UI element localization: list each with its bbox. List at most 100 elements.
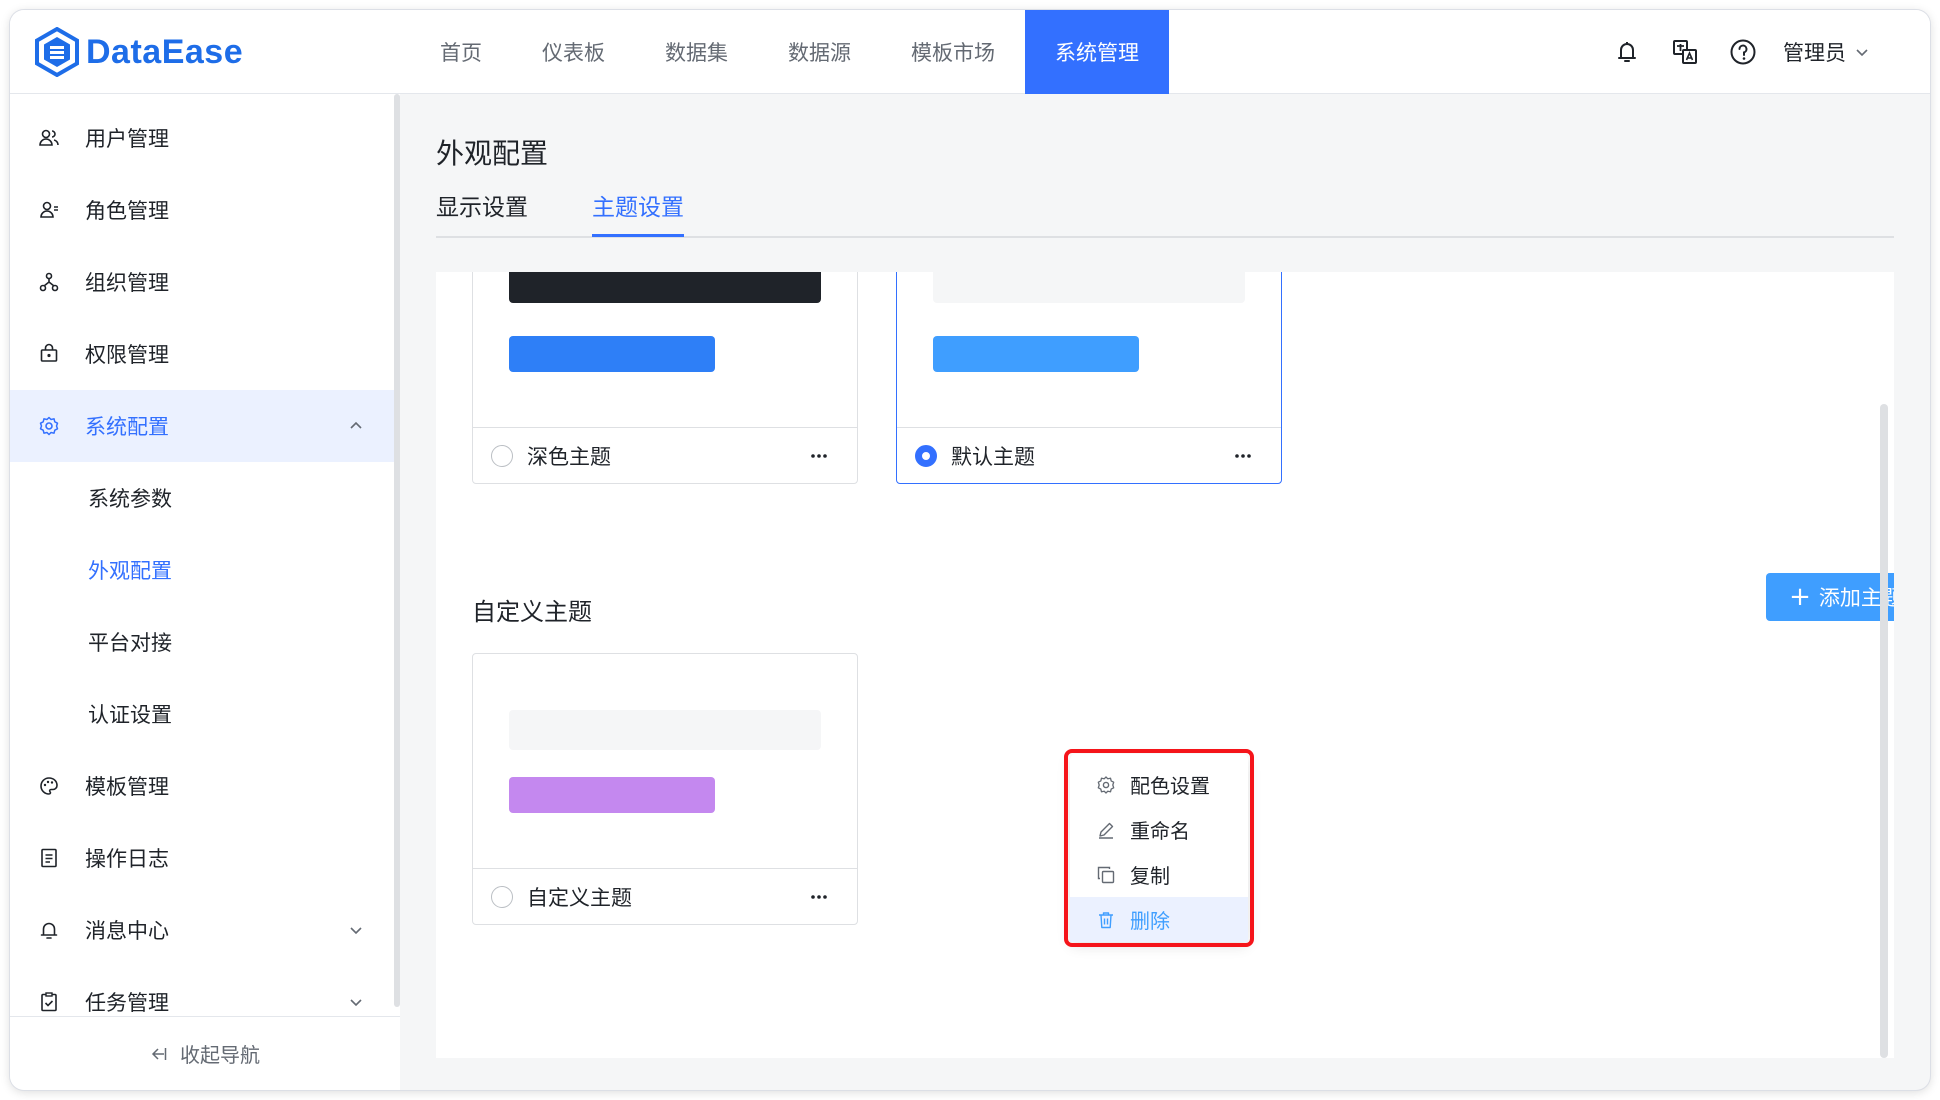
tab-theme-settings[interactable]: 主题设置 [592, 188, 684, 237]
user-menu[interactable]: 管理员 [1783, 37, 1870, 67]
panel-scrollbar[interactable] [1880, 404, 1888, 1058]
logo[interactable]: DataEase [34, 26, 243, 78]
help-icon[interactable] [1727, 36, 1759, 68]
menu-item-delete[interactable]: 删除 [1070, 897, 1248, 942]
menu-item-rename[interactable]: 重命名 [1070, 807, 1248, 852]
theme-preview-bar [933, 336, 1139, 372]
chevron-down-icon [350, 927, 362, 935]
sidebar: 用户管理 角色管理 组织管理 权限管理 系统配置 系统参数 外观配置 平台对接 [10, 94, 400, 1090]
menu-item-label: 复制 [1130, 864, 1170, 888]
sidebar-item-label: 消息中心 [85, 919, 169, 943]
tab-display-settings[interactable]: 显示设置 [436, 188, 528, 234]
theme-card-default[interactable]: 默认主题 [896, 272, 1282, 484]
header-actions: 管理员 [1585, 10, 1870, 94]
topnav-dashboard[interactable]: 仪表板 [512, 10, 635, 94]
more-icon[interactable] [807, 444, 831, 468]
sidebar-subitem-auth-settings[interactable]: 认证设置 [10, 678, 394, 750]
copy-icon [1097, 866, 1115, 883]
main-content: 外观配置 显示设置 主题设置 深色主题 默认主题 自定义主题 + 添加主 自定义… [400, 94, 1930, 1090]
chevron-down-icon [1856, 49, 1868, 57]
chevron-down-icon [350, 999, 362, 1007]
topnav-home[interactable]: 首页 [410, 10, 512, 94]
pen-icon [1099, 822, 1114, 839]
page-title: 外观配置 [436, 137, 549, 170]
sidebar-item-label: 任务管理 [85, 991, 169, 1015]
collapse-nav-button[interactable]: 收起导航 [10, 1016, 400, 1090]
logo-text: DataEase [86, 32, 244, 71]
sidebar-item-permission-management[interactable]: 权限管理 [10, 318, 394, 390]
user-icon [38, 127, 60, 149]
theme-preview-bar [509, 336, 715, 372]
collapse-nav-label: 收起导航 [180, 1043, 260, 1067]
theme-card-custom[interactable]: 自定义主题 [472, 653, 858, 925]
gear-icon [38, 415, 60, 437]
sidebar-item-label: 模板管理 [85, 775, 169, 799]
translate-icon[interactable] [1669, 36, 1701, 68]
theme-preview-top [933, 272, 1245, 303]
add-theme-button[interactable]: + 添加主题 [1766, 573, 1894, 621]
bell-icon [38, 919, 60, 941]
org-icon [38, 271, 60, 293]
sidebar-item-label: 外观配置 [88, 559, 172, 583]
top-nav: 首页 仪表板 数据集 数据源 模板市场 系统管理 [410, 10, 1169, 94]
user-name: 管理员 [1783, 41, 1846, 65]
menu-item-label: 删除 [1130, 909, 1170, 933]
theme-preview-top [509, 272, 821, 303]
top-header: DataEase 首页 仪表板 数据集 数据源 模板市场 系统管理 管理员 [10, 10, 1930, 94]
menu-item-label: 重命名 [1130, 819, 1190, 843]
gear-icon [1097, 775, 1115, 794]
sidebar-item-user-management[interactable]: 用户管理 [10, 102, 394, 174]
log-icon [38, 847, 60, 869]
sidebar-item-label: 角色管理 [85, 199, 169, 223]
sidebar-item-label: 权限管理 [85, 343, 169, 367]
theme-card-footer: 默认主题 [897, 427, 1281, 483]
app-window: DataEase 首页 仪表板 数据集 数据源 模板市场 系统管理 管理员 用户… [10, 10, 1930, 1090]
sidebar-item-org-management[interactable]: 组织管理 [10, 246, 394, 318]
topnav-dataset[interactable]: 数据集 [635, 10, 758, 94]
plus-icon: + [1789, 582, 1811, 612]
role-icon [38, 199, 60, 221]
task-icon [38, 991, 60, 1013]
theme-name: 默认主题 [951, 444, 1035, 469]
theme-context-menu: 配色设置 重命名 复制 删除 [1070, 754, 1248, 942]
menu-item-color-settings[interactable]: 配色设置 [1070, 762, 1248, 807]
sidebar-item-label: 平台对接 [88, 631, 172, 655]
sidebar-subitem-appearance[interactable]: 外观配置 [10, 534, 394, 606]
more-icon[interactable] [1231, 444, 1255, 468]
sidebar-item-label: 用户管理 [85, 127, 169, 151]
sidebar-item-label: 系统参数 [88, 487, 172, 511]
theme-name: 深色主题 [527, 444, 611, 469]
sidebar-item-role-management[interactable]: 角色管理 [10, 174, 394, 246]
topnav-template-market[interactable]: 模板市场 [881, 10, 1025, 94]
theme-card-dark[interactable]: 深色主题 [472, 272, 858, 484]
theme-card-footer: 自定义主题 [473, 868, 857, 924]
chevron-up-icon [350, 421, 362, 429]
theme-name: 自定义主题 [527, 885, 632, 910]
tabs: 显示设置 主题设置 [436, 188, 1894, 238]
menu-item-label: 配色设置 [1130, 774, 1210, 798]
lock-icon [38, 343, 60, 365]
theme-radio-custom[interactable] [491, 885, 513, 908]
dataease-logo-icon [35, 27, 79, 77]
trash-icon [1099, 911, 1113, 928]
sidebar-item-system-config[interactable]: 系统配置 [10, 390, 394, 462]
bell-icon[interactable] [1611, 36, 1643, 68]
sidebar-subitem-platform-integration[interactable]: 平台对接 [10, 606, 394, 678]
palette-icon [38, 775, 60, 797]
topnav-datasource[interactable]: 数据源 [758, 10, 881, 94]
topnav-system-management[interactable]: 系统管理 [1025, 10, 1169, 94]
sidebar-subitem-system-params[interactable]: 系统参数 [10, 462, 394, 534]
theme-preview-bar [509, 777, 715, 813]
custom-theme-section-title: 自定义主题 [472, 598, 592, 626]
sidebar-item-template-management[interactable]: 模板管理 [10, 750, 394, 822]
menu-item-copy[interactable]: 复制 [1070, 852, 1248, 897]
sidebar-item-label: 系统配置 [85, 415, 169, 439]
sidebar-item-message-center[interactable]: 消息中心 [10, 894, 394, 966]
sidebar-item-operation-log[interactable]: 操作日志 [10, 822, 394, 894]
theme-radio-dark[interactable] [491, 444, 513, 467]
sidebar-item-label: 操作日志 [85, 847, 169, 871]
more-icon[interactable] [807, 885, 831, 909]
collapse-left-icon [151, 1047, 167, 1060]
theme-radio-default[interactable] [915, 444, 937, 467]
sidebar-item-label: 认证设置 [88, 703, 172, 727]
